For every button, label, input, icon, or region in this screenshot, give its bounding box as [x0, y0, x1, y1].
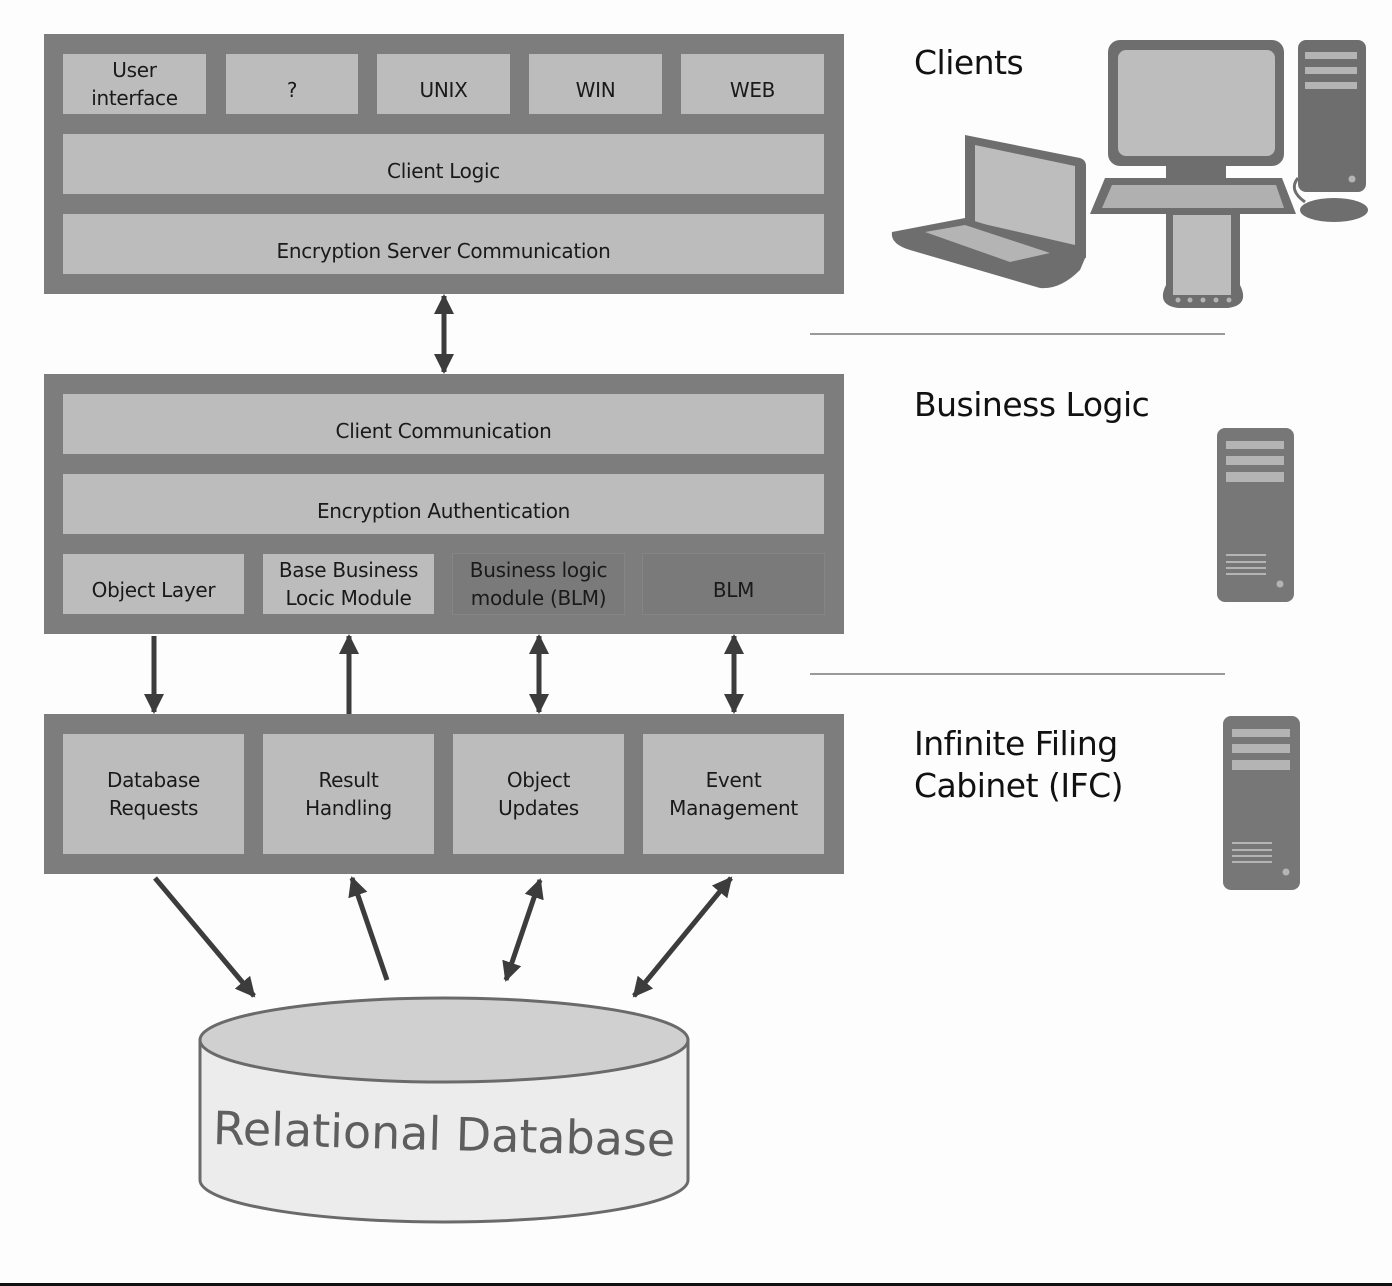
arrow-object-updates-database [502, 878, 544, 982]
pda-icon [1162, 210, 1244, 308]
tower-pc-icon [1298, 40, 1366, 192]
server-tower-icon [1217, 428, 1294, 602]
server-tower-icon [1223, 716, 1300, 890]
laptop-icon [891, 135, 1086, 289]
diagram-graphics: Relational Database [144, 40, 1368, 1224]
arrow-database-to-result-handling [348, 876, 390, 981]
arrow-db-requests-to-database [153, 876, 256, 998]
arrow-event-management-database [632, 876, 733, 998]
desktop-computer-icon [1090, 40, 1296, 214]
